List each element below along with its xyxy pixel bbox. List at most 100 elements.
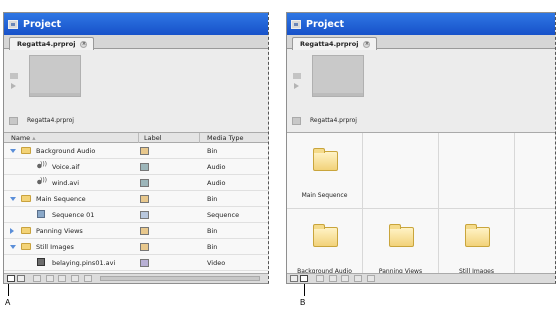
preview-thumbnail: [29, 55, 81, 97]
panel-bottom-bar: [287, 273, 555, 283]
label-color-swatch[interactable]: [140, 243, 149, 251]
label-color-swatch[interactable]: [140, 147, 149, 155]
clear-icon[interactable]: [367, 275, 375, 282]
icon-view-icon[interactable]: [17, 275, 25, 282]
preview-area: Regatta4.prproj: [4, 50, 268, 132]
list-row[interactable]: belaying.pins01.avi Video: [4, 255, 268, 271]
item-name: Panning Views: [36, 227, 83, 235]
horizontal-scrollbar[interactable]: [100, 276, 260, 281]
project-item-list: Background AudioBinVoice.aifAudiowind.av…: [4, 143, 268, 273]
item-name: Voice.aif: [52, 163, 80, 171]
media-type: Bin: [207, 243, 218, 251]
expanded-triangle-icon[interactable]: [10, 245, 16, 249]
new-bin-icon[interactable]: [341, 275, 349, 282]
label-color-swatch[interactable]: [140, 227, 149, 235]
callout-label-b: B: [300, 298, 306, 307]
label-color-swatch[interactable]: [140, 211, 149, 219]
play-icon[interactable]: [11, 83, 16, 89]
preview-area: Regatta4.prproj: [287, 50, 555, 132]
item-name: wind.avi: [52, 179, 80, 187]
list-row[interactable]: Voice.aif Audio: [4, 159, 268, 175]
new-item-icon[interactable]: [354, 275, 362, 282]
poster-frame-icon[interactable]: [10, 73, 18, 79]
label-color-swatch[interactable]: [140, 179, 149, 187]
find-icon[interactable]: [329, 275, 337, 282]
poster-frame-icon[interactable]: [293, 73, 301, 79]
panel-icon: [8, 19, 18, 29]
folder-icon: [21, 147, 31, 154]
item-name: Background Audio: [36, 147, 96, 155]
column-header-label[interactable]: Label: [144, 134, 162, 142]
empty-grid-cell: [515, 133, 555, 209]
project-file-icon: [292, 117, 301, 125]
column-divider[interactable]: [138, 133, 139, 143]
label-color-swatch[interactable]: [140, 195, 149, 203]
folder-icon: [21, 243, 31, 250]
panel-icon: [291, 19, 301, 29]
media-type: Video: [207, 259, 226, 267]
panel-titlebar[interactable]: Project: [287, 13, 555, 35]
empty-grid-cell: [439, 133, 515, 209]
new-bin-icon[interactable]: [58, 275, 66, 282]
list-row[interactable]: Main Sequence Bin: [4, 191, 268, 207]
sequence-icon: [37, 210, 45, 218]
callout-label-a: A: [5, 298, 11, 307]
folder-icon: [21, 195, 31, 202]
list-row[interactable]: wind.avi Audio: [4, 175, 268, 191]
close-icon[interactable]: ×: [80, 40, 88, 48]
tab-strip: Regatta4.prproj ×: [4, 35, 268, 50]
list-row[interactable]: Sequence 01 Sequence: [4, 207, 268, 223]
label-color-swatch[interactable]: [140, 259, 149, 267]
column-header-name[interactable]: Name ▴: [11, 134, 36, 142]
icon-view-icon[interactable]: [300, 275, 308, 282]
panel-bottom-bar: [4, 273, 268, 283]
item-name: Main Sequence: [36, 195, 86, 203]
item-name: belaying.pins01.avi: [52, 259, 116, 267]
audio-clip-icon: [37, 177, 47, 186]
column-header-media-type[interactable]: Media Type: [207, 134, 244, 142]
list-row[interactable]: Still Images Bin: [4, 239, 268, 255]
project-panel-icon-view: Project Regatta4.prproj × Regatta4.prpro…: [286, 12, 556, 284]
collapsed-triangle-icon[interactable]: [10, 228, 14, 234]
column-divider[interactable]: [199, 133, 200, 143]
audio-clip-icon: [37, 161, 47, 170]
panel-title: Project: [23, 18, 62, 30]
list-header: Name ▴ Label Media Type: [4, 132, 268, 143]
tab-label: Regatta4.prproj: [17, 40, 76, 48]
folder-icon: [389, 224, 414, 247]
project-icon-grid: Main Sequence Background Audio Panning V…: [287, 132, 555, 283]
empty-grid-cell: [363, 133, 439, 209]
grid-item[interactable]: Main Sequence: [287, 133, 363, 209]
sort-ascending-icon: ▴: [32, 134, 36, 142]
find-icon[interactable]: [46, 275, 54, 282]
automate-to-sequence-icon[interactable]: [316, 275, 324, 282]
media-type: Sequence: [207, 211, 240, 219]
close-icon[interactable]: ×: [363, 40, 371, 48]
expanded-triangle-icon[interactable]: [10, 197, 16, 201]
preview-file-name: Regatta4.prproj: [27, 117, 74, 124]
callout-line-b: [304, 284, 305, 296]
expanded-triangle-icon[interactable]: [10, 149, 16, 153]
folder-icon: [21, 227, 31, 234]
label-color-swatch[interactable]: [140, 163, 149, 171]
panel-titlebar[interactable]: Project: [4, 13, 268, 35]
play-icon[interactable]: [294, 83, 299, 89]
automate-to-sequence-icon[interactable]: [33, 275, 41, 282]
tab-project-file[interactable]: Regatta4.prproj ×: [9, 37, 95, 50]
folder-icon: [313, 148, 338, 171]
media-type: Audio: [207, 163, 226, 171]
grid-item-label: Main Sequence: [301, 192, 348, 199]
list-row[interactable]: Panning Views Bin: [4, 223, 268, 239]
media-type: Bin: [207, 195, 218, 203]
list-view-icon[interactable]: [290, 275, 298, 282]
tab-label: Regatta4.prproj: [300, 40, 359, 48]
folder-icon: [465, 224, 490, 247]
clear-icon[interactable]: [84, 275, 92, 282]
tab-project-file[interactable]: Regatta4.prproj ×: [292, 37, 378, 50]
new-item-icon[interactable]: [71, 275, 79, 282]
item-name: Still Images: [36, 243, 74, 251]
callout-line-a: [8, 284, 9, 296]
list-view-icon[interactable]: [7, 275, 15, 282]
list-row[interactable]: Background Audio Bin: [4, 143, 268, 159]
tab-strip: Regatta4.prproj ×: [287, 35, 555, 50]
